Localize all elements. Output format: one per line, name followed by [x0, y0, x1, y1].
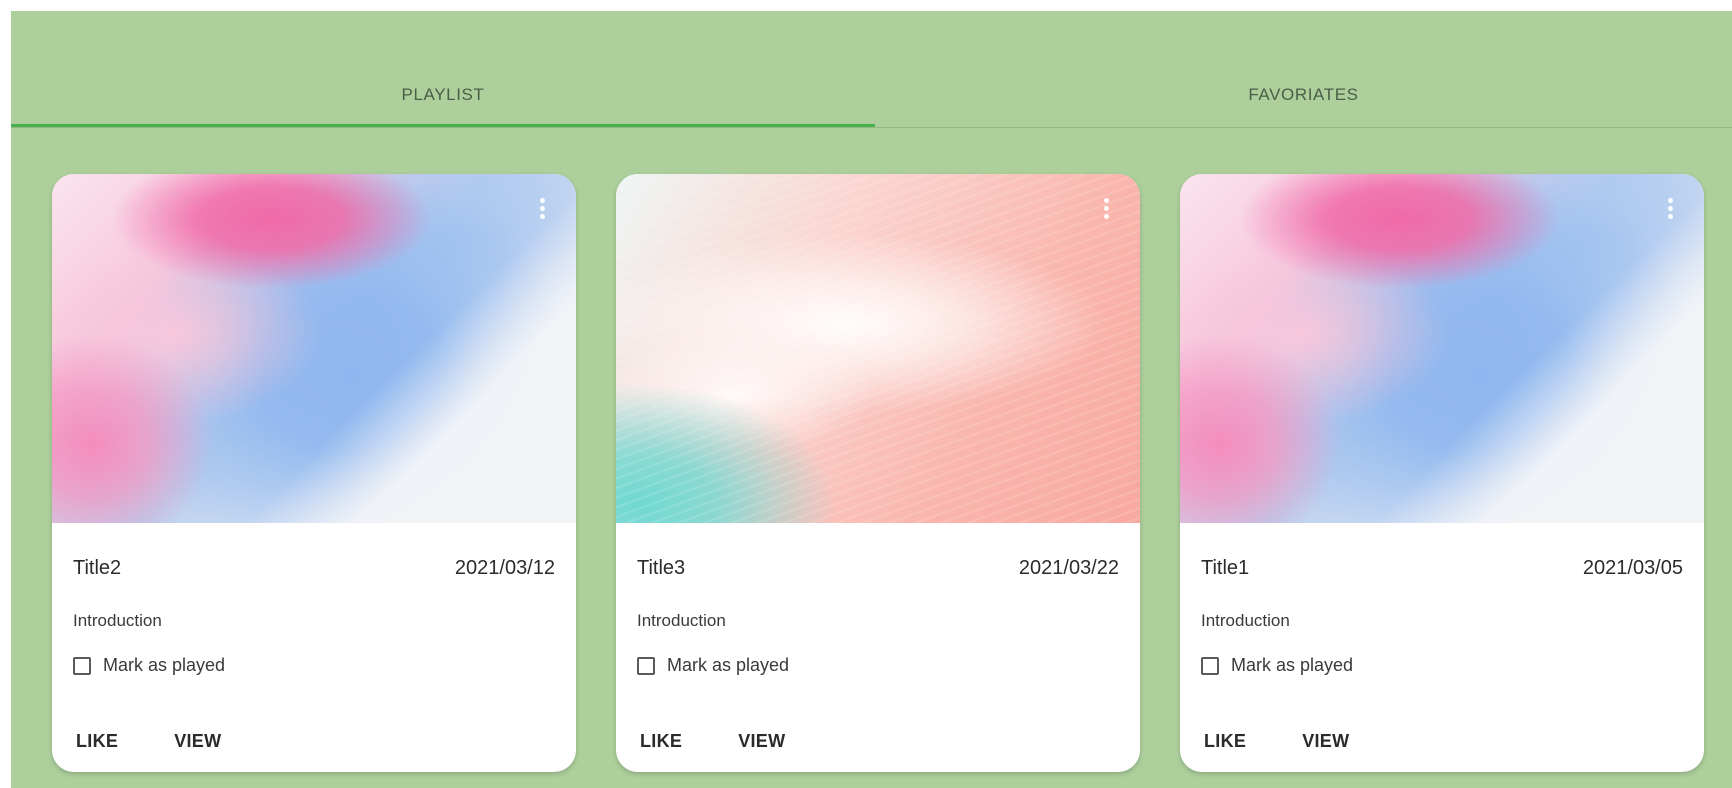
card-image: [1180, 174, 1704, 523]
mark-as-played-checkbox[interactable]: Mark as played: [73, 655, 225, 676]
more-vert-icon[interactable]: [1666, 196, 1674, 222]
checkbox-label: Mark as played: [667, 655, 790, 675]
view-button[interactable]: VIEW: [162, 723, 233, 760]
card-title: Title2: [73, 557, 122, 579]
card-actions: LIKE VIEW: [628, 723, 797, 760]
like-button[interactable]: LIKE: [1192, 723, 1258, 760]
like-button[interactable]: LIKE: [628, 723, 694, 760]
more-vert-icon[interactable]: [1102, 196, 1110, 222]
tab-favorites[interactable]: FAVORIATES: [875, 11, 1732, 127]
tab-bar: PLAYLIST FAVORIATES: [11, 11, 1732, 128]
tabs-panel: PLAYLIST FAVORIATES Title2 2021/03/12 In…: [11, 11, 1732, 788]
card-description: Introduction: [637, 611, 726, 630]
checkbox-label: Mark as played: [1231, 655, 1354, 675]
checkbox-box[interactable]: [73, 656, 91, 675]
card-title: Title1: [1201, 557, 1250, 579]
mark-as-played-checkbox[interactable]: Mark as played: [637, 655, 789, 676]
tab-playlist[interactable]: PLAYLIST: [11, 11, 875, 127]
like-button[interactable]: LIKE: [64, 723, 130, 760]
checkbox-box[interactable]: [1201, 656, 1219, 675]
card-date: 2021/03/12: [454, 557, 555, 579]
card-actions: LIKE VIEW: [64, 723, 233, 760]
mark-as-played-checkbox[interactable]: Mark as played: [1201, 655, 1353, 676]
image-texture: [616, 174, 1140, 523]
card-image: [52, 174, 576, 523]
card-description: Introduction: [1201, 611, 1290, 630]
card-image: [616, 174, 1140, 523]
media-card: Title3 2021/03/22 Introduction Mark as p…: [616, 174, 1140, 772]
card-date: 2021/03/05: [1582, 557, 1683, 579]
view-button[interactable]: VIEW: [726, 723, 797, 760]
tab-playlist-label: PLAYLIST: [401, 85, 485, 104]
media-card: Title2 2021/03/12 Introduction Mark as p…: [52, 174, 576, 772]
view-button[interactable]: VIEW: [1290, 723, 1361, 760]
card-date: 2021/03/22: [1018, 557, 1119, 579]
media-card: Title1 2021/03/05 Introduction Mark as p…: [1180, 174, 1704, 772]
card-actions: LIKE VIEW: [1192, 723, 1361, 760]
checkbox-box[interactable]: [637, 656, 655, 675]
card-title: Title3: [637, 557, 686, 579]
more-vert-icon[interactable]: [538, 196, 546, 222]
active-tab-indicator: [11, 124, 875, 127]
checkbox-label: Mark as played: [103, 655, 226, 675]
card-description: Introduction: [73, 611, 162, 630]
tab-favorites-label: FAVORIATES: [1248, 85, 1359, 104]
